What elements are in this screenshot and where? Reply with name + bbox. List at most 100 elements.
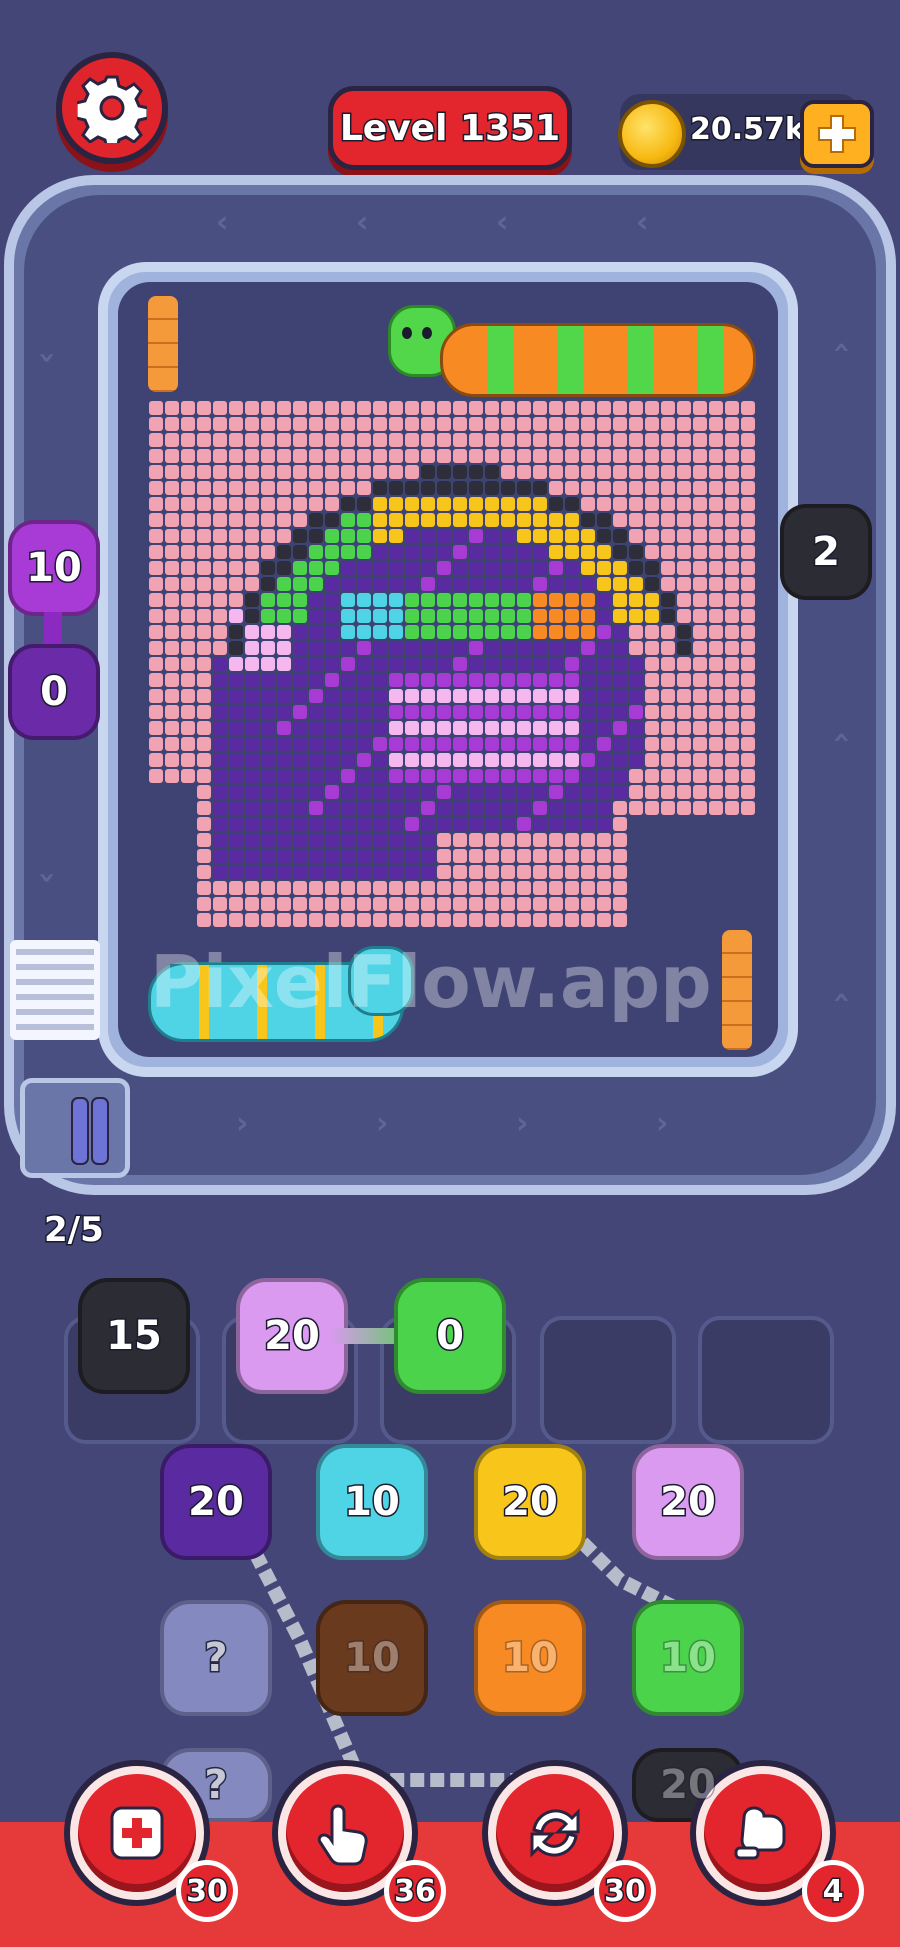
track-unit[interactable]: 0 — [8, 644, 100, 740]
pixel-block — [629, 497, 643, 511]
pixel-block — [645, 417, 659, 431]
pixel-block — [709, 785, 723, 799]
pixel-block — [725, 449, 739, 463]
pixel-block — [645, 737, 659, 751]
chevron-left-icon: ‹ — [496, 205, 509, 240]
pixel-block — [325, 865, 339, 879]
pixel-block — [293, 593, 307, 607]
slot-creature[interactable]: 15 — [78, 1278, 190, 1394]
pixel-block — [341, 561, 355, 575]
queue-creature[interactable]: 20 — [474, 1444, 586, 1560]
pixel-block — [693, 545, 707, 559]
pixel-block — [517, 849, 531, 863]
pixel-block — [341, 849, 355, 863]
pixel-block — [197, 737, 211, 751]
pixel-block — [741, 545, 755, 559]
pixel-block — [453, 593, 467, 607]
pixel-block — [405, 737, 419, 751]
pixel-block — [661, 497, 675, 511]
queue-creature[interactable]: 20 — [160, 1444, 272, 1560]
track-unit[interactable]: 2 — [780, 504, 872, 600]
pixel-block — [709, 769, 723, 783]
pixel-block — [485, 497, 499, 511]
pixel-block — [229, 913, 243, 927]
pixel-block — [533, 705, 547, 719]
pixel-block — [261, 849, 275, 863]
track-unit[interactable]: 10 — [8, 520, 100, 616]
pixel-block — [709, 673, 723, 687]
pixel-block — [469, 689, 483, 703]
pixel-block — [341, 529, 355, 543]
pixel-block — [501, 833, 515, 847]
pixel-block — [197, 641, 211, 655]
queue-creature[interactable]: 10 — [316, 1444, 428, 1560]
pixel-block — [725, 673, 739, 687]
pixel-block — [437, 833, 451, 847]
pixel-block — [373, 753, 387, 767]
pixel-block — [437, 721, 451, 735]
pixel-block — [533, 865, 547, 879]
pixel-block — [341, 497, 355, 511]
pixel-block — [741, 513, 755, 527]
pixel-block — [405, 849, 419, 863]
pixel-block — [405, 785, 419, 799]
queue-creature[interactable]: 10 — [316, 1600, 428, 1716]
queue-creature[interactable]: 10 — [474, 1600, 586, 1716]
pixel-block — [261, 577, 275, 591]
pixel-block — [469, 705, 483, 719]
pixel-block — [213, 481, 227, 495]
pixel-block — [533, 913, 547, 927]
pixel-block — [309, 625, 323, 639]
pixel-block — [405, 865, 419, 879]
pixel-block — [581, 497, 595, 511]
pixel-block — [581, 449, 595, 463]
pixel-block — [613, 849, 627, 863]
slot-creature[interactable]: 0 — [394, 1278, 506, 1394]
pixel-block — [725, 625, 739, 639]
pixel-block — [565, 561, 579, 575]
pixel-block — [661, 641, 675, 655]
pixel-block — [549, 769, 563, 783]
pixel-block — [629, 577, 643, 591]
queue-creature[interactable]: 10 — [632, 1600, 744, 1716]
pixel-block — [405, 817, 419, 831]
pixel-block — [405, 705, 419, 719]
pixel-block — [309, 609, 323, 623]
pixel-block — [613, 721, 627, 735]
settings-button[interactable] — [56, 52, 168, 164]
pixel-block — [389, 913, 403, 927]
pixel-block — [261, 737, 275, 751]
pixel-block — [453, 849, 467, 863]
hidden-creature[interactable]: ? — [160, 1600, 272, 1716]
pixel-block — [661, 529, 675, 543]
pixel-block — [213, 529, 227, 543]
pixel-block — [357, 577, 371, 591]
pixel-block — [293, 865, 307, 879]
pixel-block — [293, 545, 307, 559]
pixel-block — [405, 801, 419, 815]
queue-creature[interactable]: 20 — [632, 1444, 744, 1560]
pixel-block — [533, 465, 547, 479]
pixel-block — [741, 561, 755, 575]
pixel-block — [389, 641, 403, 655]
pixel-block — [245, 913, 259, 927]
pixel-block — [629, 737, 643, 751]
pixel-block — [533, 433, 547, 447]
add-coins-button[interactable] — [800, 100, 874, 168]
pixel-block — [405, 433, 419, 447]
pixel-block — [725, 417, 739, 431]
pixel-block — [293, 401, 307, 415]
pixel-block — [245, 689, 259, 703]
pixel-block — [181, 449, 195, 463]
pixel-block — [229, 465, 243, 479]
pixel-block — [149, 641, 163, 655]
pixel-block — [405, 609, 419, 623]
pixel-block — [309, 417, 323, 431]
pixel-block — [565, 529, 579, 543]
pixel-block — [741, 481, 755, 495]
pixel-block — [629, 657, 643, 671]
pixel-block — [261, 593, 275, 607]
pixel-block — [533, 497, 547, 511]
pixel-block — [341, 737, 355, 751]
pixel-block — [453, 577, 467, 591]
